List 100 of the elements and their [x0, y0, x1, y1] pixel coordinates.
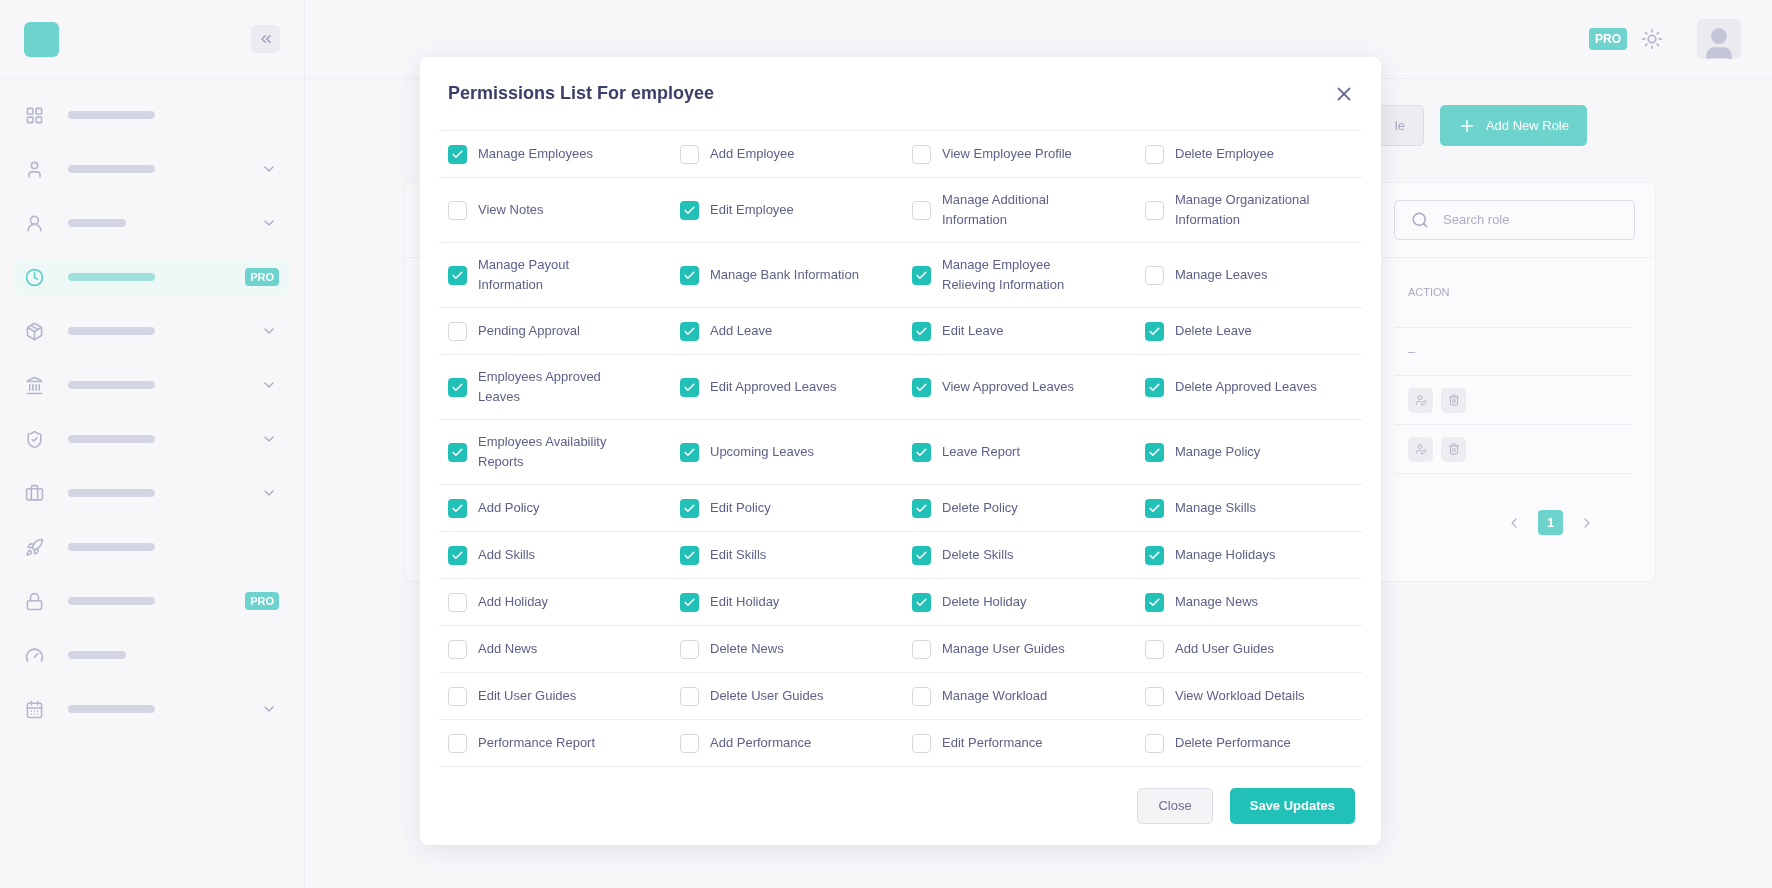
- checkbox[interactable]: [680, 144, 699, 164]
- rocket-icon: [25, 537, 44, 557]
- checkbox[interactable]: [448, 592, 467, 612]
- permission-label: Add Policy: [478, 499, 540, 517]
- checkbox[interactable]: [680, 592, 699, 612]
- checkbox[interactable]: [912, 442, 931, 462]
- cancel-button[interactable]: Close: [1137, 788, 1213, 824]
- permission-label: Manage Holidays: [1175, 546, 1276, 564]
- check-icon: [1148, 380, 1161, 394]
- trash-icon: [1447, 443, 1460, 455]
- checkbox[interactable]: [912, 733, 931, 753]
- checkbox[interactable]: [1145, 545, 1164, 565]
- checkbox[interactable]: [448, 639, 467, 659]
- checkbox[interactable]: [912, 265, 931, 285]
- permission-label: Employees Availability Reports: [478, 433, 608, 471]
- checkbox[interactable]: [1145, 321, 1164, 341]
- checkbox[interactable]: [912, 498, 931, 518]
- trash-icon: [1447, 394, 1460, 406]
- pro-badge: PRO: [245, 267, 279, 287]
- checkbox[interactable]: [448, 686, 467, 706]
- pro-badge: PRO: [1589, 28, 1627, 50]
- permission-label: Add Performance: [710, 734, 812, 752]
- add-role-button[interactable]: Add New Role: [1439, 105, 1587, 146]
- checkbox[interactable]: [912, 377, 931, 397]
- search-input[interactable]: Search role: [1443, 210, 1613, 230]
- check-icon: [451, 445, 464, 459]
- page-button[interactable]: 1: [1538, 510, 1563, 535]
- permission-label: Manage Policy: [1175, 443, 1261, 461]
- permission-label: Delete Performance: [1175, 734, 1291, 752]
- search-field[interactable]: Search role: [1394, 200, 1635, 240]
- sidebar-item[interactable]: PRO: [14, 259, 290, 295]
- checkbox[interactable]: [912, 200, 931, 220]
- edit-button[interactable]: [1408, 436, 1433, 462]
- delete-button[interactable]: [1441, 436, 1466, 462]
- checkbox[interactable]: [680, 321, 699, 341]
- check-icon: [915, 380, 928, 394]
- checkbox[interactable]: [1145, 686, 1164, 706]
- checkbox[interactable]: [448, 265, 467, 285]
- checkbox[interactable]: [680, 686, 699, 706]
- checkbox[interactable]: [448, 733, 467, 753]
- permission-label: Manage Additional Information: [942, 191, 1050, 229]
- save-button[interactable]: Save Updates: [1229, 788, 1355, 824]
- bank-icon: [25, 375, 44, 395]
- checkbox[interactable]: [680, 545, 699, 565]
- checkbox[interactable]: [448, 321, 467, 341]
- text-placeholder-bar: [68, 651, 126, 659]
- checkbox[interactable]: [1145, 442, 1164, 462]
- check-icon: [915, 501, 928, 515]
- checkbox[interactable]: [448, 144, 467, 164]
- theme-toggle-icon[interactable]: [1641, 28, 1663, 50]
- permission-label: Add Leave: [710, 322, 773, 340]
- check-icon: [915, 324, 928, 338]
- check-icon: [1148, 501, 1161, 515]
- checkbox[interactable]: [1145, 592, 1164, 612]
- permission-label: Add Skills: [478, 546, 536, 564]
- check-icon: [683, 380, 696, 394]
- check-icon: [1148, 445, 1161, 459]
- edit-button[interactable]: [1408, 387, 1433, 413]
- permission-label: Edit Holiday: [710, 593, 780, 611]
- checkbox[interactable]: [680, 498, 699, 518]
- shield-check-icon: [25, 429, 44, 449]
- checkbox[interactable]: [912, 321, 931, 341]
- checkbox[interactable]: [912, 639, 931, 659]
- checkbox[interactable]: [1145, 639, 1164, 659]
- checkbox[interactable]: [912, 144, 931, 164]
- delete-button[interactable]: [1441, 387, 1466, 413]
- checkbox[interactable]: [448, 545, 467, 565]
- permission-label: Manage Employee Relieving Information: [942, 256, 1066, 294]
- checkbox[interactable]: [448, 200, 467, 220]
- permission-label: Upcoming Leaves: [710, 443, 815, 461]
- permission-label: Edit Approved Leaves: [710, 378, 837, 396]
- permission-label: Edit User Guides: [478, 687, 577, 705]
- checkbox[interactable]: [680, 200, 699, 220]
- check-icon: [683, 203, 696, 217]
- checkbox[interactable]: [1145, 144, 1164, 164]
- checkbox[interactable]: [448, 377, 467, 397]
- permission-label: Delete Approved Leaves: [1175, 378, 1317, 396]
- checkbox[interactable]: [1145, 733, 1164, 753]
- checkbox[interactable]: [680, 377, 699, 397]
- checkbox[interactable]: [448, 442, 467, 462]
- permission-label: View Employee Profile: [942, 145, 1072, 163]
- checkbox[interactable]: [912, 545, 931, 565]
- permission-label: Edit Skills: [710, 546, 767, 564]
- checkbox[interactable]: [1145, 498, 1164, 518]
- collapse-button[interactable]: [251, 25, 280, 53]
- checkbox[interactable]: [448, 498, 467, 518]
- checkbox[interactable]: [1145, 265, 1164, 285]
- sidebar-item[interactable]: PRO: [14, 583, 290, 619]
- permission-label: Edit Leave: [942, 322, 1004, 340]
- checkbox[interactable]: [1145, 377, 1164, 397]
- checkbox[interactable]: [680, 639, 699, 659]
- permission-label: Pending Approval: [478, 322, 580, 340]
- checkbox[interactable]: [1145, 200, 1164, 220]
- checkbox[interactable]: [680, 442, 699, 462]
- checkbox[interactable]: [912, 686, 931, 706]
- pro-badge: PRO: [245, 591, 279, 611]
- checkbox[interactable]: [680, 733, 699, 753]
- avatar-icon[interactable]: [1697, 19, 1741, 59]
- checkbox[interactable]: [680, 265, 699, 285]
- checkbox[interactable]: [912, 592, 931, 612]
